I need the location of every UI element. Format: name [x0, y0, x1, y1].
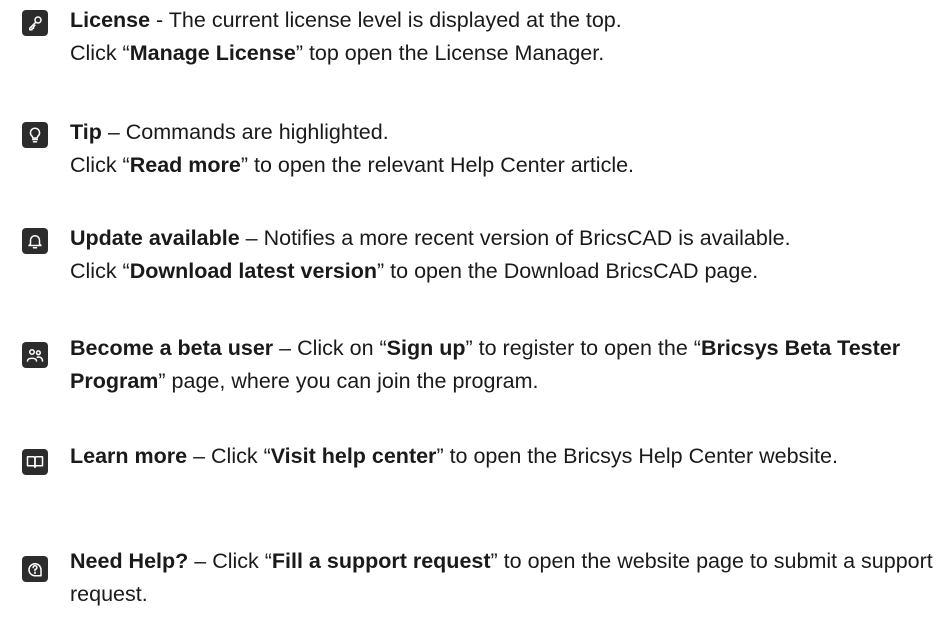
list-item-text: Become a beta user – Click on “Sign up” … — [70, 336, 907, 393]
item-title: Need Help? — [70, 549, 189, 573]
list-item-text: License - The current license level is d… — [70, 8, 622, 65]
users-icon — [22, 342, 48, 368]
item-title: Tip — [70, 120, 102, 144]
feature-list: License - The current license level is d… — [0, 0, 950, 632]
help-chat-icon — [22, 556, 48, 582]
list-item-text: Tip – Commands are highlighted. Click “Re… — [70, 120, 635, 177]
list-item-text: Learn more – Click “Visit help center” t… — [70, 444, 838, 468]
lightbulb-icon — [22, 122, 48, 148]
item-title: Become a beta user — [70, 336, 274, 360]
key-icon — [22, 10, 48, 36]
list-item-text: Need Help? – Click “Fill a support reque… — [70, 549, 939, 606]
item-title: Update available — [70, 226, 240, 250]
item-title: Learn more — [70, 444, 188, 468]
bell-icon — [22, 228, 48, 254]
item-title: License — [70, 8, 151, 32]
list-item-text: Update available – Notifies a more recen… — [70, 226, 791, 283]
book-icon — [22, 449, 48, 475]
